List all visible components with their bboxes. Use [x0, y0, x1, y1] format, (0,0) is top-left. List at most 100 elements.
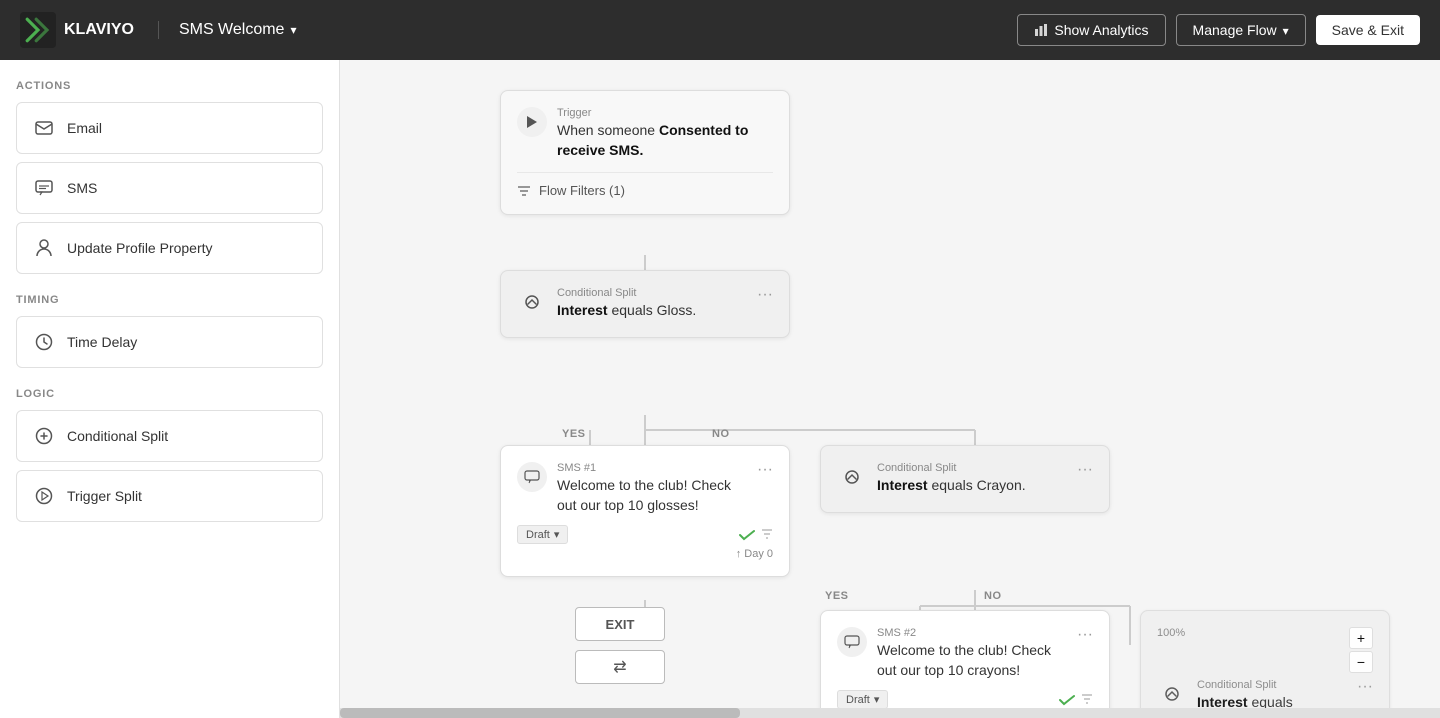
sms2-draft-badge[interactable]: Draft ▾: [837, 690, 888, 709]
branch-yes-right: YES: [825, 590, 849, 602]
split-icon: [33, 425, 55, 447]
sms2-label: SMS #2: [877, 627, 1067, 639]
sms1-label: SMS #1: [557, 462, 747, 474]
flow-title-dropdown-icon[interactable]: [290, 21, 296, 39]
logic-section-title: LOGIC: [16, 388, 323, 400]
trigger-text: When someone Consented to receive SMS.: [557, 121, 773, 160]
sidebar-email-label: Email: [67, 120, 102, 136]
cond-split-right-more-button[interactable]: ···: [1077, 462, 1093, 478]
canvas-inner: Trigger When someone Consented to receiv…: [380, 90, 1380, 718]
logo-text: KLAVIYO: [64, 21, 134, 39]
flow-title-text: SMS Welcome: [179, 21, 285, 39]
flow-canvas: Trigger When someone Consented to receiv…: [340, 60, 1440, 718]
sms1-icon: [517, 462, 547, 492]
sms1-footer: Draft ▾: [517, 525, 773, 544]
sms2-filter-icon: [1081, 693, 1093, 707]
sms1-node[interactable]: SMS #1 Welcome to the club! Check out ou…: [500, 445, 790, 577]
trigger-split-icon: [33, 485, 55, 507]
sms1-text: Welcome to the club! Check out our top 1…: [557, 476, 747, 515]
sidebar-item-conditional-split[interactable]: Conditional Split: [16, 410, 323, 462]
flow-title-container: SMS Welcome: [158, 21, 297, 39]
cond-split-main-text: Interest equals Gloss.: [557, 301, 696, 321]
manage-flow-dropdown-icon: [1283, 22, 1289, 38]
cond-split-far-label: Conditional Split: [1197, 679, 1347, 691]
sms2-check-icon: [1059, 694, 1075, 706]
cond-split-far-icon: [1157, 679, 1187, 709]
scrollbar-thumb[interactable]: [340, 708, 740, 718]
sidebar-item-sms[interactable]: SMS: [16, 162, 323, 214]
sidebar-trigger-split-label: Trigger Split: [67, 488, 142, 504]
branch-no-main: NO: [712, 428, 730, 440]
sidebar-item-update-profile[interactable]: Update Profile Property: [16, 222, 323, 274]
user-icon: [33, 237, 55, 259]
sidebar-update-profile-label: Update Profile Property: [67, 240, 213, 256]
sms2-more-button[interactable]: ···: [1077, 627, 1093, 643]
trigger-icon: [517, 107, 547, 137]
manage-flow-button[interactable]: Manage Flow: [1176, 14, 1306, 46]
sidebar-item-email[interactable]: Email: [16, 102, 323, 154]
sms1-header: SMS #1 Welcome to the club! Check out ou…: [517, 462, 773, 515]
cond-split-far-more-button[interactable]: ···: [1357, 679, 1373, 695]
trigger-node-header: Trigger When someone Consented to receiv…: [517, 107, 773, 160]
show-analytics-button[interactable]: Show Analytics: [1017, 14, 1165, 46]
branch-no-right: NO: [984, 590, 1002, 602]
trigger-content: Trigger When someone Consented to receiv…: [557, 107, 773, 160]
email-icon: [33, 117, 55, 139]
filter-icon: [517, 185, 531, 197]
cond-split-main-label: Conditional Split: [557, 287, 696, 299]
app-header: KLAVIYO SMS Welcome Show Analytics Manag…: [0, 0, 1440, 60]
sidebar-sms-label: SMS: [67, 180, 97, 196]
cond-split-right-label: Conditional Split: [877, 462, 1026, 474]
scrollbar-track: [340, 708, 1440, 718]
sms2-icon: [837, 627, 867, 657]
trigger-label: Trigger: [557, 107, 773, 119]
trigger-node[interactable]: Trigger When someone Consented to receiv…: [500, 90, 790, 215]
cond-split-far-node[interactable]: 100% + − Conditional Split: [1140, 610, 1390, 718]
header-actions: Show Analytics Manage Flow Save & Exit: [1017, 14, 1420, 46]
clock-icon: [33, 331, 55, 353]
cond-split-main-header: Conditional Split Interest equals Gloss.…: [517, 287, 773, 321]
cond-split-right-icon: [837, 462, 867, 492]
zoom-indicator: 100%: [1157, 627, 1185, 639]
klaviyo-logo-icon: [20, 12, 56, 48]
redirect-box[interactable]: ⇄: [575, 650, 665, 684]
cond-split-main-more-button[interactable]: ···: [757, 287, 773, 303]
branch-yes-main: YES: [562, 428, 586, 440]
cond-split-right-node[interactable]: Conditional Split Interest equals Crayon…: [820, 445, 1110, 513]
timing-section-title: TIMING: [16, 294, 323, 306]
cond-split-main-node[interactable]: Conditional Split Interest equals Gloss.…: [500, 270, 790, 338]
sms1-check-icon: [739, 529, 755, 541]
save-exit-button[interactable]: Save & Exit: [1316, 15, 1420, 45]
cond-split-main-icon: [517, 287, 547, 317]
sms2-content: SMS #2 Welcome to the club! Check out ou…: [877, 627, 1067, 680]
sms2-footer: Draft ▾: [837, 690, 1093, 709]
cond-split-right-text: Interest equals Crayon.: [877, 476, 1026, 496]
sms1-day-badge: ↑ Day 0: [517, 548, 773, 560]
cond-split-right-header: Conditional Split Interest equals Crayon…: [837, 462, 1093, 496]
flow-filters[interactable]: Flow Filters (1): [517, 172, 773, 198]
cond-split-main-content: Conditional Split Interest equals Gloss.: [557, 287, 696, 321]
sidebar-time-delay-label: Time Delay: [67, 334, 137, 350]
exit-box[interactable]: EXIT: [575, 607, 665, 641]
sidebar-conditional-split-label: Conditional Split: [67, 428, 168, 444]
sms2-node[interactable]: SMS #2 Welcome to the club! Check out ou…: [820, 610, 1110, 718]
sms1-content: SMS #1 Welcome to the club! Check out ou…: [557, 462, 747, 515]
sms2-footer-icons: [1059, 693, 1093, 707]
cond-split-right-content: Conditional Split Interest equals Crayon…: [877, 462, 1026, 496]
sidebar-item-trigger-split[interactable]: Trigger Split: [16, 470, 323, 522]
sidebar: ACTIONS Email SMS: [0, 60, 340, 718]
sms-icon: [33, 177, 55, 199]
sidebar-item-time-delay[interactable]: Time Delay: [16, 316, 323, 368]
sms2-text: Welcome to the club! Check out our top 1…: [877, 641, 1067, 680]
sms2-header: SMS #2 Welcome to the club! Check out ou…: [837, 627, 1093, 680]
actions-section-title: ACTIONS: [16, 80, 323, 92]
sms1-more-button[interactable]: ···: [757, 462, 773, 478]
logo: KLAVIYO: [20, 12, 134, 48]
main-layout: ACTIONS Email SMS: [0, 0, 1440, 718]
sms1-draft-badge[interactable]: Draft ▾: [517, 525, 568, 544]
flow-filters-text: Flow Filters (1): [539, 183, 625, 198]
sms1-footer-icons: [739, 528, 773, 542]
zoom-in-button[interactable]: +: [1349, 627, 1373, 649]
sms1-filter-icon: [761, 528, 773, 542]
zoom-out-button[interactable]: −: [1349, 651, 1373, 673]
